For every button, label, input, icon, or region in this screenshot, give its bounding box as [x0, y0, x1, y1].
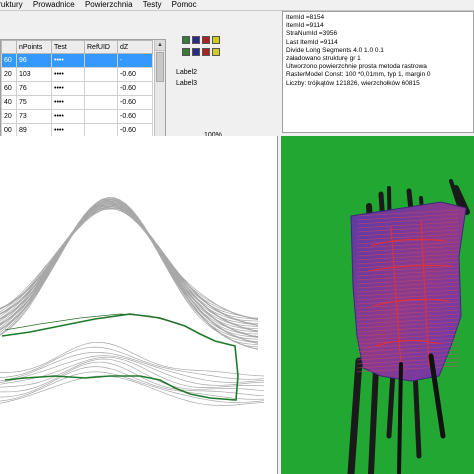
table-cell: 60: [1, 53, 17, 68]
table-cell: ••••: [51, 109, 85, 124]
menu-item-testy[interactable]: Testy: [143, 0, 162, 10]
menu-bar: truktury Prowadnice Powierzchnia Testy P…: [0, 0, 474, 11]
color-swatches: [182, 36, 262, 66]
color-swatch[interactable]: [192, 36, 200, 44]
log-line: Liczby: trójkątów 121826, wierzchołków 6…: [286, 79, 420, 87]
3d-viewport[interactable]: [281, 136, 474, 474]
table-cell: [84, 81, 118, 96]
table-row[interactable]: 20 73 •••• -0.60: [1, 109, 153, 124]
wireframe-mesh: [0, 197, 265, 406]
table-cell: 75: [16, 95, 52, 110]
wireframe-line: [0, 375, 265, 406]
menu-item-prowadnice[interactable]: Prowadnice: [33, 0, 75, 10]
color-swatch[interactable]: [202, 48, 210, 56]
table-row[interactable]: 60 76 •••• -0.60: [1, 81, 153, 96]
column-header-dz[interactable]: dZ: [117, 40, 153, 54]
table-cell: -0.60: [117, 81, 153, 96]
log-line: ItemId =8154: [286, 14, 325, 21]
color-swatch[interactable]: [192, 48, 200, 56]
table-cell: ••••: [51, 53, 85, 68]
color-swatch[interactable]: [182, 36, 190, 44]
table-header-row: nPoints Test RefUID dZ: [1, 40, 153, 54]
wireframe-canvas: [0, 197, 265, 406]
table-cell: [84, 95, 118, 110]
table-cell: -: [117, 53, 153, 68]
wireframe-line: [0, 197, 259, 350]
log-line: ItemId =9114: [286, 22, 324, 30]
log-line: załadowano strukturę gr 1: [286, 55, 361, 63]
log-line: Last ItemId =9114: [286, 38, 338, 46]
column-header-npoints[interactable]: nPoints: [16, 40, 52, 54]
table-cell: 40: [1, 95, 17, 110]
column-header-id[interactable]: [1, 40, 17, 54]
wireframe-line: [0, 198, 259, 340]
wireframe-viewport[interactable]: [0, 136, 278, 474]
table-cell: ••••: [51, 67, 85, 82]
table-cell: [84, 67, 118, 82]
table-cell: ••••: [51, 95, 85, 110]
menu-item-struktury[interactable]: truktury: [0, 0, 23, 10]
column-header-test[interactable]: Test: [51, 40, 85, 54]
color-swatch[interactable]: [212, 36, 220, 44]
wireframe-line: [0, 346, 265, 380]
table-row[interactable]: 40 75 •••• -0.60: [1, 95, 153, 110]
color-swatch[interactable]: [212, 48, 220, 56]
table-row[interactable]: 60 96 •••• -: [1, 53, 153, 68]
scroll-up-icon[interactable]: ▲: [155, 40, 165, 51]
table-cell: 20: [1, 67, 17, 82]
table-row[interactable]: 20 103 •••• -0.60: [1, 67, 153, 82]
wireframe-line: [0, 204, 259, 326]
table-cell: 20: [1, 109, 17, 124]
log-line: RasterModel Const: 100 *0,01mm, typ 1, m…: [286, 71, 431, 79]
table-cell: 60: [1, 81, 17, 96]
3d-canvas: [347, 179, 470, 474]
column-header-refuid[interactable]: RefUID: [84, 40, 118, 54]
wireframe-line: [0, 199, 259, 342]
wireframe-line: [0, 204, 259, 324]
wireframe-line: [0, 205, 259, 320]
table-cell: ••••: [51, 81, 85, 96]
wireframe-line: [0, 207, 259, 320]
wireframe-line: [0, 206, 259, 319]
table-cell: 73: [16, 109, 52, 124]
wireframe-line: [0, 208, 259, 320]
structure-table: nPoints Test RefUID dZ 60 96 •••• - 20 1…: [1, 40, 153, 138]
table-cell: -0.60: [117, 95, 153, 110]
label2: Label2: [176, 69, 198, 76]
table-cell: 96: [16, 53, 52, 68]
color-swatch[interactable]: [182, 48, 190, 56]
table-cell: [84, 109, 118, 124]
table-cell: -0.60: [117, 109, 153, 124]
wireframe-line: [0, 207, 259, 320]
log-line: StraNumId =3956: [286, 30, 338, 38]
table-cell: 103: [16, 67, 52, 82]
menu-item-powierzchnia[interactable]: Powierzchnia: [85, 0, 133, 10]
label3: Label3: [176, 80, 198, 87]
log-line: Divide Long Segments 4.0 1.0 0.1: [286, 46, 384, 54]
grid-scrollbar[interactable]: ▲: [154, 40, 165, 143]
color-swatch[interactable]: [202, 36, 210, 44]
menu-item-pomoc[interactable]: Pomoc: [172, 0, 197, 10]
table-cell: [84, 53, 118, 68]
scroll-thumb[interactable]: [156, 52, 164, 82]
structure-grid[interactable]: nPoints Test RefUID dZ 60 96 •••• - 20 1…: [0, 39, 166, 144]
wireframe-line: [0, 204, 259, 322]
table-cell: -0.60: [117, 67, 153, 82]
table-cell: 76: [16, 81, 52, 96]
log-line: Utworzono powierzchnie prosta metoda ras…: [286, 63, 427, 71]
wireframe-line: [0, 366, 265, 400]
log-output[interactable]: ItemId =8154 ItemId =9114 StraNumId =395…: [282, 11, 474, 133]
